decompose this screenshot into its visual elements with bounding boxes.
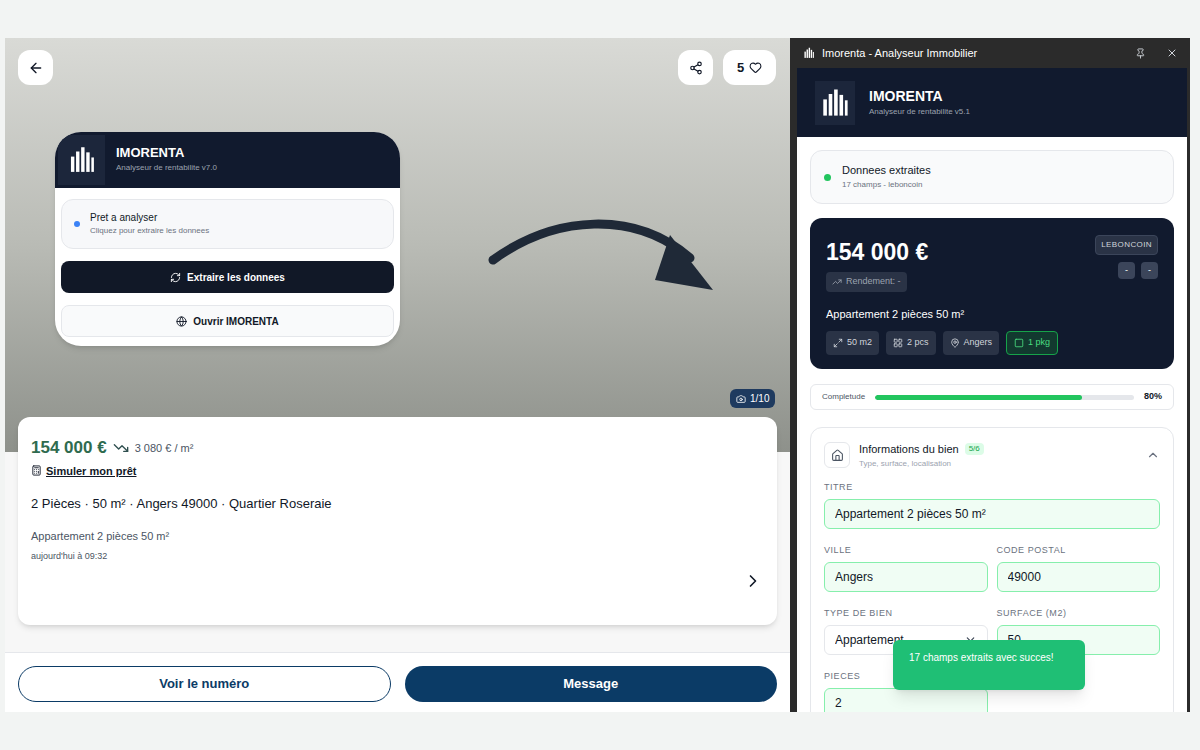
heart-icon <box>749 61 762 74</box>
form-field: CODE POSTAL 49000 <box>997 545 1161 592</box>
completeness-fill <box>875 395 1082 400</box>
tag: 2 pcs <box>886 331 936 355</box>
completeness-track <box>875 395 1134 400</box>
house-icon <box>831 449 844 462</box>
calculator-icon <box>31 465 42 476</box>
building-logo-icon <box>65 143 99 177</box>
field-label: TYPE DE BIEN <box>824 608 988 619</box>
title-bar: Imorenta - Analyseur Immobilier <box>790 38 1190 68</box>
source-badge: LEBONCOIN <box>1095 235 1158 255</box>
arrow-left-icon <box>28 60 44 76</box>
action-button[interactable]: - <box>1118 262 1135 279</box>
popup-header: IMORENTAAnalyseur de rentabilite v7.0 <box>55 132 400 188</box>
field-label: CODE POSTAL <box>997 545 1161 556</box>
open-button[interactable]: Ouvrir IMORENTA <box>61 305 394 337</box>
section-badge: 5/6 <box>965 443 984 455</box>
app-logo-icon <box>802 46 816 60</box>
popup-logo <box>58 135 105 185</box>
price-card-title: Appartement 2 pièces 50 m² <box>826 306 1158 323</box>
listing-date: aujourd'hui à 09:32 <box>31 550 764 564</box>
listing-card: 154 000 € 3 080 € / m² Simuler mon prêt 2 P… <box>18 417 777 625</box>
price-card: 154 000 €Rendement: -Appartement 2 pièce… <box>810 218 1174 369</box>
yield-badge: Rendement: - <box>826 272 907 292</box>
share-icon <box>689 61 703 75</box>
refresh-icon <box>170 272 181 283</box>
section-header[interactable]: Informations du bien 5/6 Type, surface, lo… <box>824 441 1160 470</box>
popup-brand: IMORENTA <box>116 145 217 161</box>
panel-brand: IMORENTA <box>869 87 970 105</box>
trend-down-icon <box>113 440 129 456</box>
like-count: 5 <box>737 58 744 78</box>
listing-title: Appartement 2 pièces 50 m² <box>31 528 764 545</box>
page: 51/10IMORENTAAnalyseur de rentabilite v7… <box>0 0 1200 750</box>
panel-header: IMORENTAAnalyseur de rentabilite v5.1 <box>797 68 1187 137</box>
field-input[interactable]: Angers <box>824 562 988 592</box>
field-input[interactable]: 2 <box>824 688 988 713</box>
phone-button[interactable]: Voir le numéro <box>18 666 391 702</box>
form-field: VILLE Angers <box>824 545 988 592</box>
field-input[interactable]: Appartement 2 pièces 50 m² <box>824 499 1160 529</box>
camera-icon <box>736 394 746 404</box>
field-label: VILLE <box>824 545 988 556</box>
trend-up-icon <box>832 277 842 287</box>
field-label: TITRE <box>824 482 1160 493</box>
arrow-icon <box>485 180 720 295</box>
listing-photo: 5 1/10 IMORENTAAnalyseur de rentabilite v7… <box>5 38 790 452</box>
section-title: Informations du bien <box>859 441 959 458</box>
section-subtitle: Type, surface, localisation <box>859 458 1137 470</box>
form-field: TITRE Appartement 2 pièces 50 m² <box>824 482 1160 529</box>
window-title: Imorenta - Analyseur Immobilier <box>822 45 1129 62</box>
close-icon[interactable] <box>1166 47 1178 59</box>
location-icon <box>950 338 960 348</box>
listing-price: 154 000 € <box>31 435 107 461</box>
parking-icon <box>1014 338 1024 348</box>
back-button[interactable] <box>18 50 53 85</box>
status-card: Donnees extraites17 champs - leboncoin <box>810 150 1174 204</box>
share-button[interactable] <box>678 50 713 85</box>
field-input[interactable]: 49000 <box>997 562 1161 592</box>
extension-window: Imorenta - Analyseur ImmobilierIMORENTAA… <box>790 38 1190 712</box>
price-per-m2: 3 080 € / m² <box>135 440 194 457</box>
listing-page: 5 1/10 IMORENTAAnalyseur de rentabilite v7… <box>5 38 790 712</box>
message-button[interactable]: Message <box>405 666 778 702</box>
building-logo-icon <box>817 85 853 121</box>
tag: Angers <box>943 331 1000 355</box>
pin-icon[interactable] <box>1135 48 1146 59</box>
status-dot <box>74 221 80 227</box>
action-bar: Voir le numéro Message <box>5 652 790 712</box>
chevron-right-icon[interactable] <box>743 571 763 591</box>
like-button[interactable]: 5 <box>723 50 776 85</box>
rooms-icon <box>893 338 903 348</box>
photo-counter: 1/10 <box>730 389 775 408</box>
completeness-card: Completude80% <box>810 384 1174 410</box>
tag: 1 pkg <box>1006 331 1058 355</box>
loan-link[interactable]: Simuler mon prêt <box>31 463 764 480</box>
extract-button[interactable]: Extraire les donnees <box>61 261 394 293</box>
panel-version: Analyseur de rentabilite v5.1 <box>869 105 970 119</box>
extension-popup: IMORENTAAnalyseur de rentabilite v7.0 Pre… <box>55 132 400 346</box>
chevron-up-icon <box>1146 448 1160 462</box>
toast: 17 champs extraits avec succes! <box>893 640 1085 690</box>
status-dot <box>824 174 831 181</box>
action-button[interactable]: - <box>1141 262 1158 279</box>
listing-summary: 2 Pièces · 50 m² · Angers 49000 · Quarti… <box>31 494 764 514</box>
tag: 50 m2 <box>826 331 879 355</box>
popup-status: Pret a analyserCliquez pour extraire les… <box>61 199 394 249</box>
surface-icon <box>833 338 843 348</box>
popup-version: Analyseur de rentabilite v7.0 <box>116 161 217 175</box>
extension-panel: IMORENTAAnalyseur de rentabilite v5.1 Don… <box>797 68 1187 712</box>
field-label: SURFACE (M2) <box>997 608 1161 619</box>
globe-icon <box>176 316 187 327</box>
